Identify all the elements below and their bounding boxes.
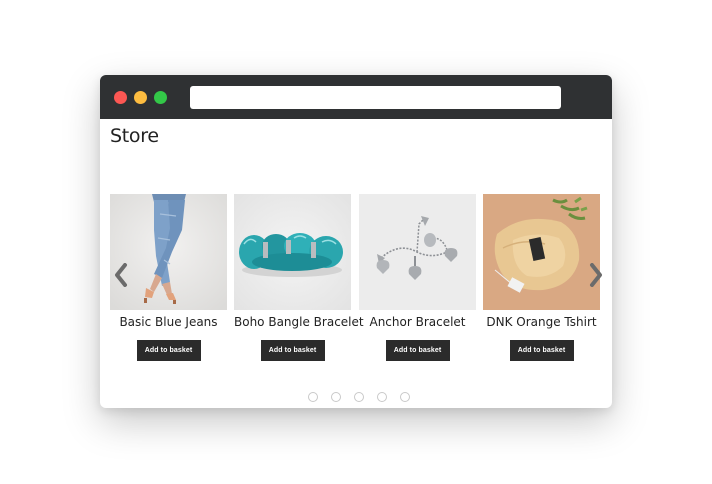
product-card: Anchor Bracelet Add to basket [359,194,476,361]
browser-titlebar [100,75,612,119]
add-to-basket-button[interactable]: Add to basket [385,340,450,361]
maximize-window-button[interactable] [154,91,167,104]
chevron-right-icon [590,263,602,287]
product-name[interactable]: DNK Orange Tshirt [483,315,600,329]
product-card: DNK Orange Tshirt Add to basket [483,194,600,361]
close-window-button[interactable] [114,91,127,104]
product-image-jeans[interactable] [110,194,227,310]
product-name[interactable]: Boho Bangle Bracelet [234,315,364,329]
add-to-basket-button[interactable]: Add to basket [136,340,201,361]
carousel-prev-button[interactable] [113,263,129,287]
browser-window: Store Basic Blue Jeans Add to basket Boh… [100,75,612,408]
pagination-dot[interactable] [308,392,318,402]
pagination-dot[interactable] [400,392,410,402]
chevron-left-icon [115,263,127,287]
product-image-orange-tshirt[interactable] [483,194,600,310]
page-title: Store [110,125,159,147]
add-to-basket-button[interactable]: Add to basket [260,340,325,361]
add-to-basket-button[interactable]: Add to basket [509,340,574,361]
address-bar[interactable] [190,86,561,109]
product-image-anchor-bracelet[interactable] [359,194,476,310]
minimize-window-button[interactable] [134,91,147,104]
pagination-dot[interactable] [354,392,364,402]
product-name[interactable]: Anchor Bracelet [359,315,476,329]
carousel-next-button[interactable] [588,263,604,287]
product-image-boho-bangle[interactable] [234,194,351,310]
product-name[interactable]: Basic Blue Jeans [110,315,227,329]
pagination-dot[interactable] [331,392,341,402]
product-card: Boho Bangle Bracelet Add to basket [234,194,364,361]
carousel-pagination [308,392,418,404]
pagination-dot[interactable] [377,392,387,402]
